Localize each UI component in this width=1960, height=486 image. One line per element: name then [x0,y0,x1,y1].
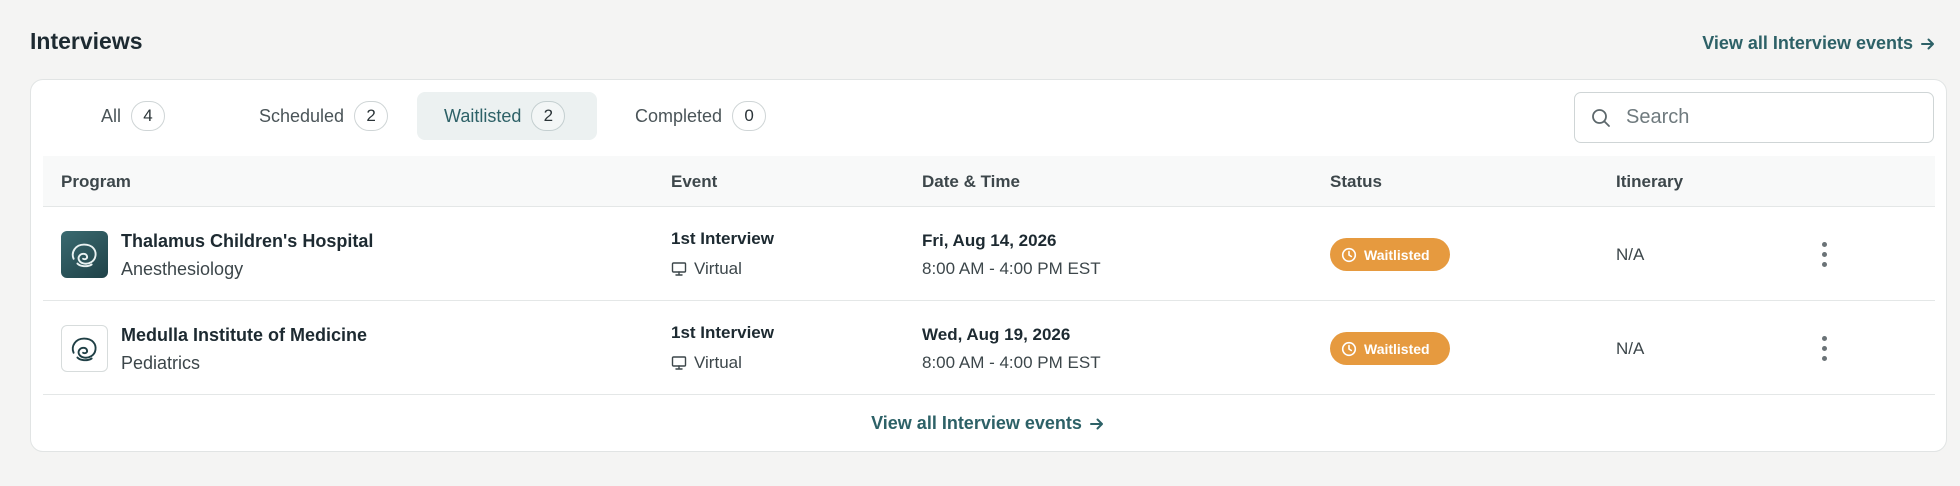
tab-waitlisted[interactable]: Waitlisted 2 [417,92,597,140]
itinerary-value: N/A [1616,339,1645,358]
column-header-date-time: Date & Time [922,172,1020,191]
view-all-events-label: View all Interview events [871,413,1082,433]
tab-count-badge: 4 [131,101,166,131]
tab-scheduled[interactable]: Scheduled 2 [230,92,412,140]
itinerary-value: N/A [1616,245,1645,264]
event-time: 8:00 AM - 4:00 PM EST [922,353,1101,372]
clock-icon [1341,247,1357,263]
search-box[interactable] [1574,92,1934,143]
event-type: Virtual [671,259,742,279]
card-footer: View all Interview events [31,413,1946,434]
event-date: Fri, Aug 14, 2026 [922,231,1057,250]
view-all-events-link-bottom[interactable]: View all Interview events [871,413,1106,434]
tab-count-badge: 2 [531,101,566,131]
status-tabs: All 4 Scheduled 2 Waitlisted 2 Completed… [44,92,797,140]
arrow-right-icon [1088,415,1106,433]
event-type-label: Virtual [694,259,742,278]
tab-label: Scheduled [259,105,345,126]
status-badge: Waitlisted [1330,238,1450,271]
column-header-program: Program [61,172,131,191]
page-title: Interviews [30,28,143,54]
tab-all[interactable]: All 4 [44,92,226,140]
clock-icon [1341,341,1357,357]
program-name[interactable]: Thalamus Children's Hospital [121,231,373,252]
status-badge: Waitlisted [1330,332,1450,365]
view-all-events-link-top[interactable]: View all Interview events [1702,33,1937,54]
program-department: Pediatrics [121,353,201,373]
event-name: 1st Interview [671,229,774,248]
tab-count-badge: 2 [354,101,389,131]
tab-completed[interactable]: Completed 0 [597,92,797,140]
monitor-icon [671,261,687,277]
search-input[interactable] [1626,106,1906,129]
program-logo [61,231,108,278]
interviews-card: All 4 Scheduled 2 Waitlisted 2 Completed… [30,79,1947,452]
event-type: Virtual [671,353,742,373]
program-name[interactable]: Medulla Institute of Medicine [121,325,367,346]
table-row: Thalamus Children's Hospital Anesthesiol… [43,207,1935,301]
column-header-event: Event [671,172,718,191]
program-department: Anesthesiology [121,259,244,279]
interviews-table: Program Event Date & Time Status Itinera… [43,156,1935,395]
row-actions-menu-icon[interactable] [1813,237,1835,271]
event-name: 1st Interview [671,323,774,342]
brain-swirl-icon [71,337,97,361]
search-icon [1590,107,1612,129]
event-time: 8:00 AM - 4:00 PM EST [922,259,1101,278]
row-actions-menu-icon[interactable] [1813,331,1835,365]
monitor-icon [671,355,687,371]
tab-label: Waitlisted [444,105,522,126]
column-header-status: Status [1330,172,1382,191]
status-label: Waitlisted [1364,340,1430,357]
table-header: Program Event Date & Time Status Itinera… [43,156,1935,207]
table-row: Medulla Institute of Medicine Pediatrics… [43,301,1935,395]
tab-label: All [101,105,122,126]
tab-count-badge: 0 [732,101,767,131]
event-type-label: Virtual [694,353,742,372]
event-date: Wed, Aug 19, 2026 [922,325,1071,344]
arrow-right-icon [1919,35,1937,53]
page: Interviews View all Interview events All… [0,0,1960,486]
tab-label: Completed [635,105,723,126]
view-all-events-label: View all Interview events [1702,33,1913,53]
column-header-itinerary: Itinerary [1616,172,1684,191]
brain-swirl-icon [71,243,97,267]
program-logo [61,325,108,372]
status-label: Waitlisted [1364,246,1430,263]
